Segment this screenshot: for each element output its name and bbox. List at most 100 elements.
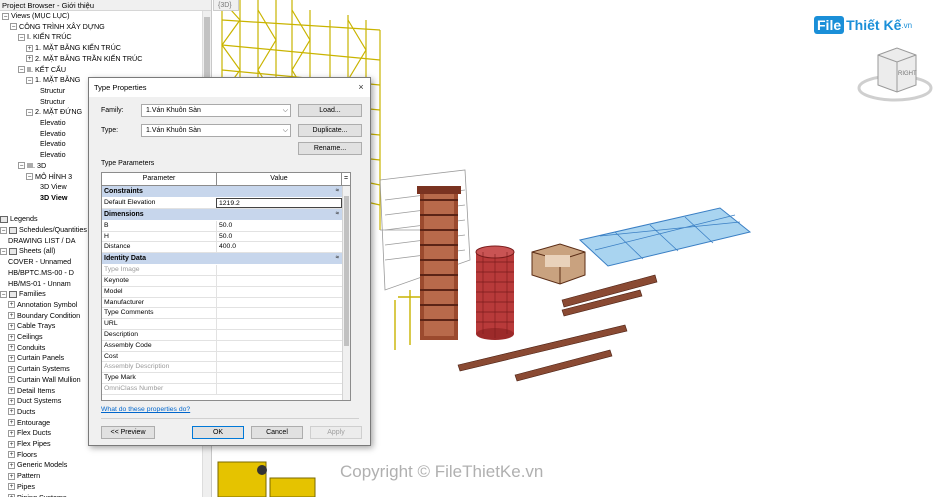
browser-node[interactable]: + Flex Pipes xyxy=(8,439,51,450)
parameter-row[interactable]: Cost xyxy=(102,351,342,363)
dialog-titlebar[interactable]: Type Properties × xyxy=(89,78,370,97)
load-button[interactable]: Load... xyxy=(298,104,362,117)
browser-node[interactable]: HB/BPTC.MS-00 - D xyxy=(8,268,74,279)
browser-node[interactable]: − Views (MỤC LỤC) xyxy=(2,11,70,22)
browser-node[interactable]: +2. MẶT BẰNG TRẦN KIẾN TRÚC xyxy=(26,54,142,65)
expand-icon[interactable]: + xyxy=(26,55,33,63)
collapse-icon[interactable]: − xyxy=(10,23,17,31)
browser-node[interactable]: Elevatio xyxy=(40,118,66,129)
parameter-value-field[interactable]: 50.0 xyxy=(216,220,342,231)
browser-node[interactable]: + Flex Ducts xyxy=(8,428,51,439)
preview-button[interactable]: << Preview xyxy=(101,426,155,439)
duplicate-button[interactable]: Duplicate... xyxy=(298,124,362,137)
browser-node[interactable]: + Boundary Condition xyxy=(8,311,80,322)
expand-icon[interactable]: + xyxy=(8,344,15,352)
browser-node[interactable]: − CÔNG TRÌNH XÂY DỰNG xyxy=(10,22,105,33)
browser-node[interactable]: − MÔ HÌNH 3 xyxy=(26,172,72,183)
browser-node[interactable]: Legends xyxy=(0,214,38,225)
column-header-parameter[interactable]: Parameter xyxy=(102,173,217,185)
parameter-value-field[interactable]: 1219.2 xyxy=(216,198,342,208)
browser-node[interactable]: + Entourage xyxy=(8,418,50,429)
collapse-group-icon[interactable]: ≈ xyxy=(336,186,339,197)
browser-node[interactable]: − I. KIẾN TRÚC xyxy=(18,32,72,43)
grid-scrollbar[interactable] xyxy=(342,186,350,400)
expand-icon[interactable]: + xyxy=(8,472,15,480)
collapse-icon[interactable]: − xyxy=(2,12,9,20)
collapse-icon[interactable]: − xyxy=(26,108,33,116)
browser-node[interactable]: 3D View xyxy=(40,193,67,204)
scrollbar-thumb[interactable] xyxy=(344,196,349,346)
browser-node[interactable]: Structur xyxy=(40,97,65,108)
parameter-value-field[interactable] xyxy=(216,340,342,351)
expand-icon[interactable]: + xyxy=(8,483,15,491)
close-icon[interactable]: × xyxy=(356,82,366,92)
parameter-value-field[interactable] xyxy=(216,330,342,340)
collapse-group-icon[interactable]: ≈ xyxy=(336,209,339,220)
parameter-value-field[interactable]: 50.0 xyxy=(216,231,342,242)
parameter-group[interactable]: Constraints ≈ xyxy=(102,186,342,197)
browser-node[interactable]: DRAWING LIST / DA xyxy=(8,236,76,247)
browser-node[interactable]: + Detail Items xyxy=(8,386,55,397)
parameter-value-field[interactable] xyxy=(216,362,342,373)
collapse-icon[interactable]: − xyxy=(0,247,7,255)
parameter-value-field[interactable] xyxy=(216,308,342,319)
parameter-row[interactable]: Distance 400.0 xyxy=(102,242,342,254)
expand-icon[interactable]: + xyxy=(8,429,15,437)
browser-node[interactable]: + Duct Systems xyxy=(8,396,61,407)
browser-node[interactable]: − Sheets (all) xyxy=(0,246,55,257)
parameter-row[interactable]: URL xyxy=(102,319,342,330)
browser-node[interactable]: + Curtain Systems xyxy=(8,364,70,375)
parameter-row[interactable]: Assembly Description xyxy=(102,362,342,374)
expand-icon[interactable]: + xyxy=(8,440,15,448)
browser-node[interactable]: +1. MẶT BẰNG KIẾN TRÚC xyxy=(26,43,121,54)
parameter-value-field[interactable] xyxy=(216,384,342,394)
browser-node[interactable]: Structur xyxy=(40,86,65,97)
collapse-icon[interactable]: − xyxy=(26,76,33,84)
browser-node[interactable]: + Pattern xyxy=(8,471,40,482)
family-select[interactable]: 1.Ván Khuôn Sàn ⌵ xyxy=(141,104,291,117)
browser-node[interactable]: + Ducts xyxy=(8,407,35,418)
parameter-row[interactable]: Default Elevation 1219.2 xyxy=(102,198,342,209)
parameter-row[interactable]: Description xyxy=(102,330,342,341)
expand-icon[interactable]: + xyxy=(26,44,33,52)
browser-node[interactable]: COVER - Unnamed xyxy=(8,257,71,268)
collapse-icon[interactable]: − xyxy=(18,162,25,170)
browser-node[interactable]: − Schedules/Quantities xyxy=(0,225,87,236)
parameter-value-field[interactable] xyxy=(216,373,342,384)
parameter-row[interactable]: Assembly Code xyxy=(102,340,342,352)
browser-node[interactable]: HB/MS-01 - Unnam xyxy=(8,279,71,290)
browser-node[interactable]: + Floors xyxy=(8,450,37,461)
rename-button[interactable]: Rename... xyxy=(298,142,362,155)
browser-node[interactable]: + Ceilings xyxy=(8,332,43,343)
collapse-icon[interactable]: − xyxy=(0,290,7,298)
parameter-value-field[interactable] xyxy=(216,297,342,308)
browser-node[interactable]: −2. MẶT ĐỨNG xyxy=(26,107,82,118)
parameter-row[interactable]: Model xyxy=(102,286,342,298)
browser-node[interactable]: + Pipes xyxy=(8,482,35,493)
browser-node[interactable]: 3D View xyxy=(40,182,67,193)
parameter-value-field[interactable] xyxy=(216,276,342,286)
browser-node[interactable]: + Curtain Wall Mullion xyxy=(8,375,81,386)
view-tab-3d[interactable]: {3D} xyxy=(213,0,239,11)
ok-button[interactable]: OK xyxy=(192,426,244,439)
browser-node[interactable]: − II. KẾT CẤU xyxy=(18,65,66,76)
collapse-icon[interactable]: − xyxy=(0,226,7,234)
expand-icon[interactable]: + xyxy=(8,376,15,384)
collapse-icon[interactable]: − xyxy=(18,33,25,41)
browser-node[interactable]: + Annotation Symbol xyxy=(8,300,77,311)
column-header-value[interactable]: Value xyxy=(217,173,342,185)
browser-node[interactable]: + Conduits xyxy=(8,343,45,354)
type-select[interactable]: 1.Ván Khuôn Sàn ⌵ xyxy=(141,124,291,137)
expand-icon[interactable]: + xyxy=(8,301,15,309)
expand-icon[interactable]: + xyxy=(8,451,15,459)
collapse-icon[interactable]: − xyxy=(26,173,33,181)
expand-icon[interactable]: + xyxy=(8,387,15,395)
expand-icon[interactable]: + xyxy=(8,365,15,373)
collapse-group-icon[interactable]: ≈ xyxy=(336,253,339,264)
parameter-value-field[interactable] xyxy=(216,286,342,297)
expand-icon[interactable]: + xyxy=(8,333,15,341)
browser-node[interactable]: + Cable Trays xyxy=(8,321,55,332)
parameter-row[interactable]: Type Mark xyxy=(102,373,342,384)
help-link[interactable]: What do these properties do? xyxy=(101,406,190,413)
apply-button[interactable]: Apply xyxy=(310,426,362,439)
